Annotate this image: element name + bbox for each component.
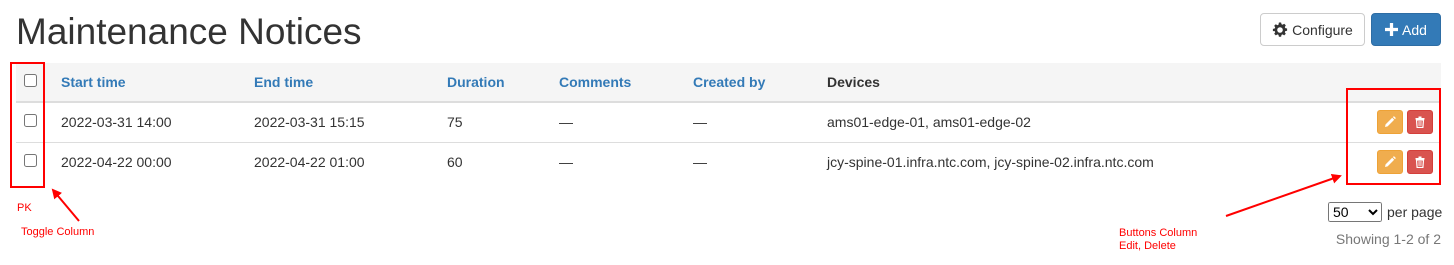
- annotation-arrows: [51, 173, 1342, 222]
- buttons-column-annotation-line1: Buttons Column: [1119, 227, 1198, 239]
- buttons-column-arrow: [1225, 173, 1342, 217]
- per-page-control: 50 per page: [1328, 202, 1442, 222]
- pk-annotation: PK: [17, 202, 32, 214]
- buttons-column-annotation-line2: Edit, Delete: [1119, 240, 1176, 252]
- buttons-column-annotation: Buttons Column Edit, Delete: [1119, 227, 1197, 253]
- per-page-select[interactable]: 50: [1328, 202, 1382, 222]
- toggle-column-annotation: Toggle Column: [21, 226, 95, 238]
- toggle-column-arrow: [51, 188, 80, 222]
- per-page-label: per page: [1387, 204, 1443, 220]
- pagination-summary: Showing 1-2 of 2: [1335, 231, 1441, 247]
